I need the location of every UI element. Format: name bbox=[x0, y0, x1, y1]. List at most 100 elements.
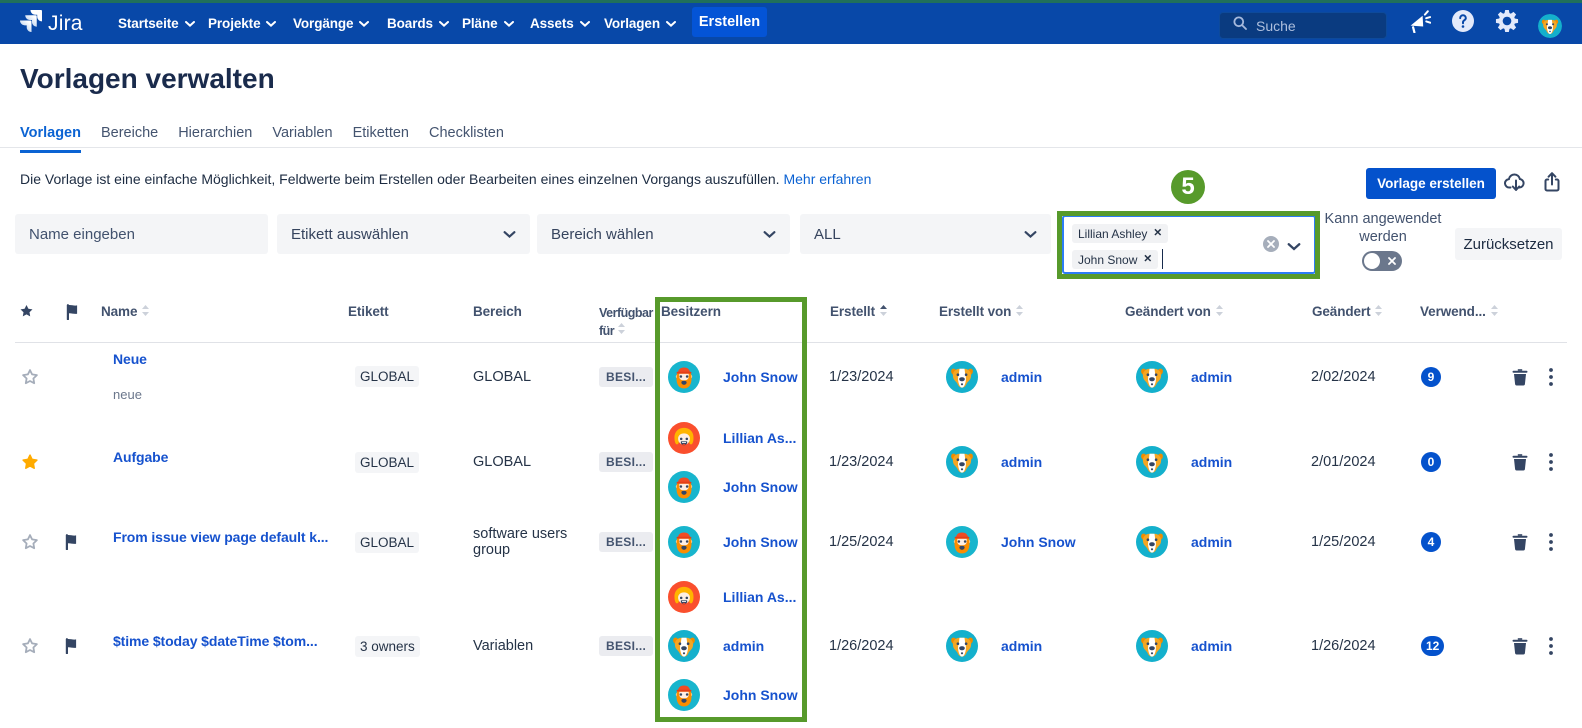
cell-menu[interactable] bbox=[1549, 343, 1557, 410]
avatar-admin bbox=[1136, 630, 1168, 662]
user-link[interactable]: admin bbox=[1191, 638, 1232, 654]
user-link[interactable]: admin bbox=[1191, 454, 1232, 470]
tab-etiketten[interactable]: Etiketten bbox=[353, 125, 409, 153]
row-star[interactable] bbox=[21, 343, 41, 410]
modified-date: 1/25/2024 bbox=[1311, 534, 1376, 550]
nav-item-projekte[interactable]: Projekte bbox=[208, 3, 276, 44]
template-name-link[interactable]: $time $today $dateTime $tom... bbox=[113, 633, 317, 649]
owner-link[interactable]: admin bbox=[723, 638, 764, 654]
nav-item-pläne[interactable]: Pläne bbox=[462, 3, 514, 44]
flag-column-icon[interactable] bbox=[66, 304, 79, 323]
nav-item-boards[interactable]: Boards bbox=[387, 3, 449, 44]
user-link[interactable]: admin bbox=[1001, 369, 1042, 385]
owner-link[interactable]: Lillian As... bbox=[723, 589, 796, 605]
filter-all-select[interactable]: ALL bbox=[800, 214, 1051, 254]
filter-name-input[interactable] bbox=[29, 226, 254, 243]
nav-item-label: Projekte bbox=[208, 16, 260, 31]
export-button[interactable] bbox=[1542, 172, 1566, 196]
cell-menu[interactable] bbox=[1549, 570, 1557, 722]
cell-name: Aufgabe bbox=[113, 410, 343, 514]
announcements-button[interactable] bbox=[1404, 3, 1434, 44]
create-template-button[interactable]: Vorlage erstellen bbox=[1366, 168, 1496, 199]
available-chip[interactable]: BESI... bbox=[599, 367, 653, 387]
cell-delete[interactable] bbox=[1511, 410, 1531, 514]
kebab-menu-icon[interactable] bbox=[1549, 637, 1553, 655]
cell-delete[interactable] bbox=[1511, 514, 1531, 570]
search-input[interactable] bbox=[1256, 18, 1376, 34]
user-link[interactable]: admin bbox=[1191, 534, 1232, 550]
row-star[interactable] bbox=[21, 514, 41, 570]
kebab-menu-icon[interactable] bbox=[1549, 533, 1553, 551]
tab-checklisten[interactable]: Checklisten bbox=[429, 125, 504, 153]
cell-delete[interactable] bbox=[1511, 570, 1531, 722]
star-column-icon[interactable] bbox=[19, 304, 34, 322]
row-star[interactable] bbox=[21, 570, 41, 722]
delete-icon[interactable] bbox=[1511, 368, 1529, 386]
col-available[interactable]: Verfügbarfür bbox=[599, 304, 655, 340]
avatar-admin bbox=[946, 361, 978, 393]
can-apply-toggle[interactable] bbox=[1362, 251, 1402, 271]
kebab-menu-icon[interactable] bbox=[1549, 368, 1553, 386]
tab-bereiche[interactable]: Bereiche bbox=[101, 125, 158, 153]
nav-item-label: Pläne bbox=[462, 16, 498, 31]
settings-button[interactable] bbox=[1492, 3, 1522, 44]
template-name-link[interactable]: Neue bbox=[113, 351, 147, 367]
cell-menu[interactable] bbox=[1549, 410, 1557, 514]
delete-icon[interactable] bbox=[1511, 533, 1529, 551]
delete-icon[interactable] bbox=[1511, 637, 1529, 655]
filter-label-select[interactable]: Etikett auswählen bbox=[277, 214, 530, 254]
owner-link[interactable]: John Snow bbox=[723, 369, 798, 385]
nav-item-startseite[interactable]: Startseite bbox=[118, 3, 195, 44]
avatar-admin bbox=[668, 630, 700, 662]
row-star[interactable] bbox=[21, 410, 41, 514]
available-chip[interactable]: BESI... bbox=[599, 452, 653, 472]
col-created[interactable]: Erstellt bbox=[830, 304, 875, 319]
owner-link[interactable]: John Snow bbox=[723, 479, 798, 495]
star-outline-icon[interactable] bbox=[21, 368, 39, 386]
cell-menu[interactable] bbox=[1549, 514, 1557, 570]
star-outline-icon[interactable] bbox=[21, 637, 39, 655]
nav-item-assets[interactable]: Assets bbox=[530, 3, 590, 44]
user-link[interactable]: admin bbox=[1001, 454, 1042, 470]
col-created-by[interactable]: Erstellt von bbox=[939, 304, 1011, 319]
create-button[interactable]: Erstellen bbox=[692, 7, 767, 37]
template-name-link[interactable]: Aufgabe bbox=[113, 449, 168, 465]
available-chip[interactable]: BESI... bbox=[599, 636, 653, 656]
import-button[interactable] bbox=[1504, 172, 1528, 196]
nav-item-vorlagen[interactable]: Vorlagen bbox=[604, 3, 676, 44]
col-modified-by[interactable]: Geändert von bbox=[1125, 304, 1211, 319]
search-box[interactable] bbox=[1219, 12, 1387, 39]
col-used[interactable]: Verwend... bbox=[1420, 304, 1486, 319]
user-avatar[interactable] bbox=[1538, 14, 1562, 38]
delete-icon[interactable] bbox=[1511, 453, 1529, 471]
col-modified[interactable]: Geändert bbox=[1312, 304, 1370, 319]
help-button[interactable] bbox=[1448, 3, 1478, 44]
user-link[interactable]: John Snow bbox=[1001, 534, 1076, 550]
filter-space-select[interactable]: Bereich wählen bbox=[537, 214, 790, 254]
learn-more-link[interactable]: Mehr erfahren bbox=[783, 171, 871, 187]
star-outline-icon[interactable] bbox=[21, 533, 39, 551]
template-name-link[interactable]: From issue view page default k... bbox=[113, 529, 328, 545]
reset-button[interactable]: Zurücksetzen bbox=[1455, 228, 1562, 260]
chevron-down-icon bbox=[503, 226, 516, 243]
kebab-menu-icon[interactable] bbox=[1549, 453, 1553, 471]
owner-link[interactable]: Lillian As... bbox=[723, 430, 796, 446]
col-name[interactable]: Name bbox=[101, 304, 137, 319]
owner-link[interactable]: John Snow bbox=[723, 687, 798, 703]
owner-link[interactable]: John Snow bbox=[723, 534, 798, 550]
user-entry: admin bbox=[1136, 630, 1232, 662]
star-filled-icon[interactable] bbox=[21, 453, 39, 471]
tab-variablen[interactable]: Variablen bbox=[272, 125, 332, 153]
nav-item-vorgänge[interactable]: Vorgänge bbox=[293, 3, 369, 44]
available-chip[interactable]: BESI... bbox=[599, 532, 653, 552]
user-link[interactable]: admin bbox=[1191, 369, 1232, 385]
user-link[interactable]: admin bbox=[1001, 638, 1042, 654]
user-entry: admin bbox=[1136, 361, 1232, 393]
cell-delete[interactable] bbox=[1511, 343, 1531, 410]
jira-logo-text: Jira bbox=[48, 12, 83, 36]
tab-vorlagen[interactable]: Vorlagen bbox=[20, 125, 81, 153]
chevron-down-icon bbox=[580, 21, 590, 27]
created-date: 1/26/2024 bbox=[829, 638, 894, 654]
jira-logo[interactable]: Jira bbox=[20, 3, 83, 44]
tab-hierarchien[interactable]: Hierarchien bbox=[178, 125, 252, 153]
